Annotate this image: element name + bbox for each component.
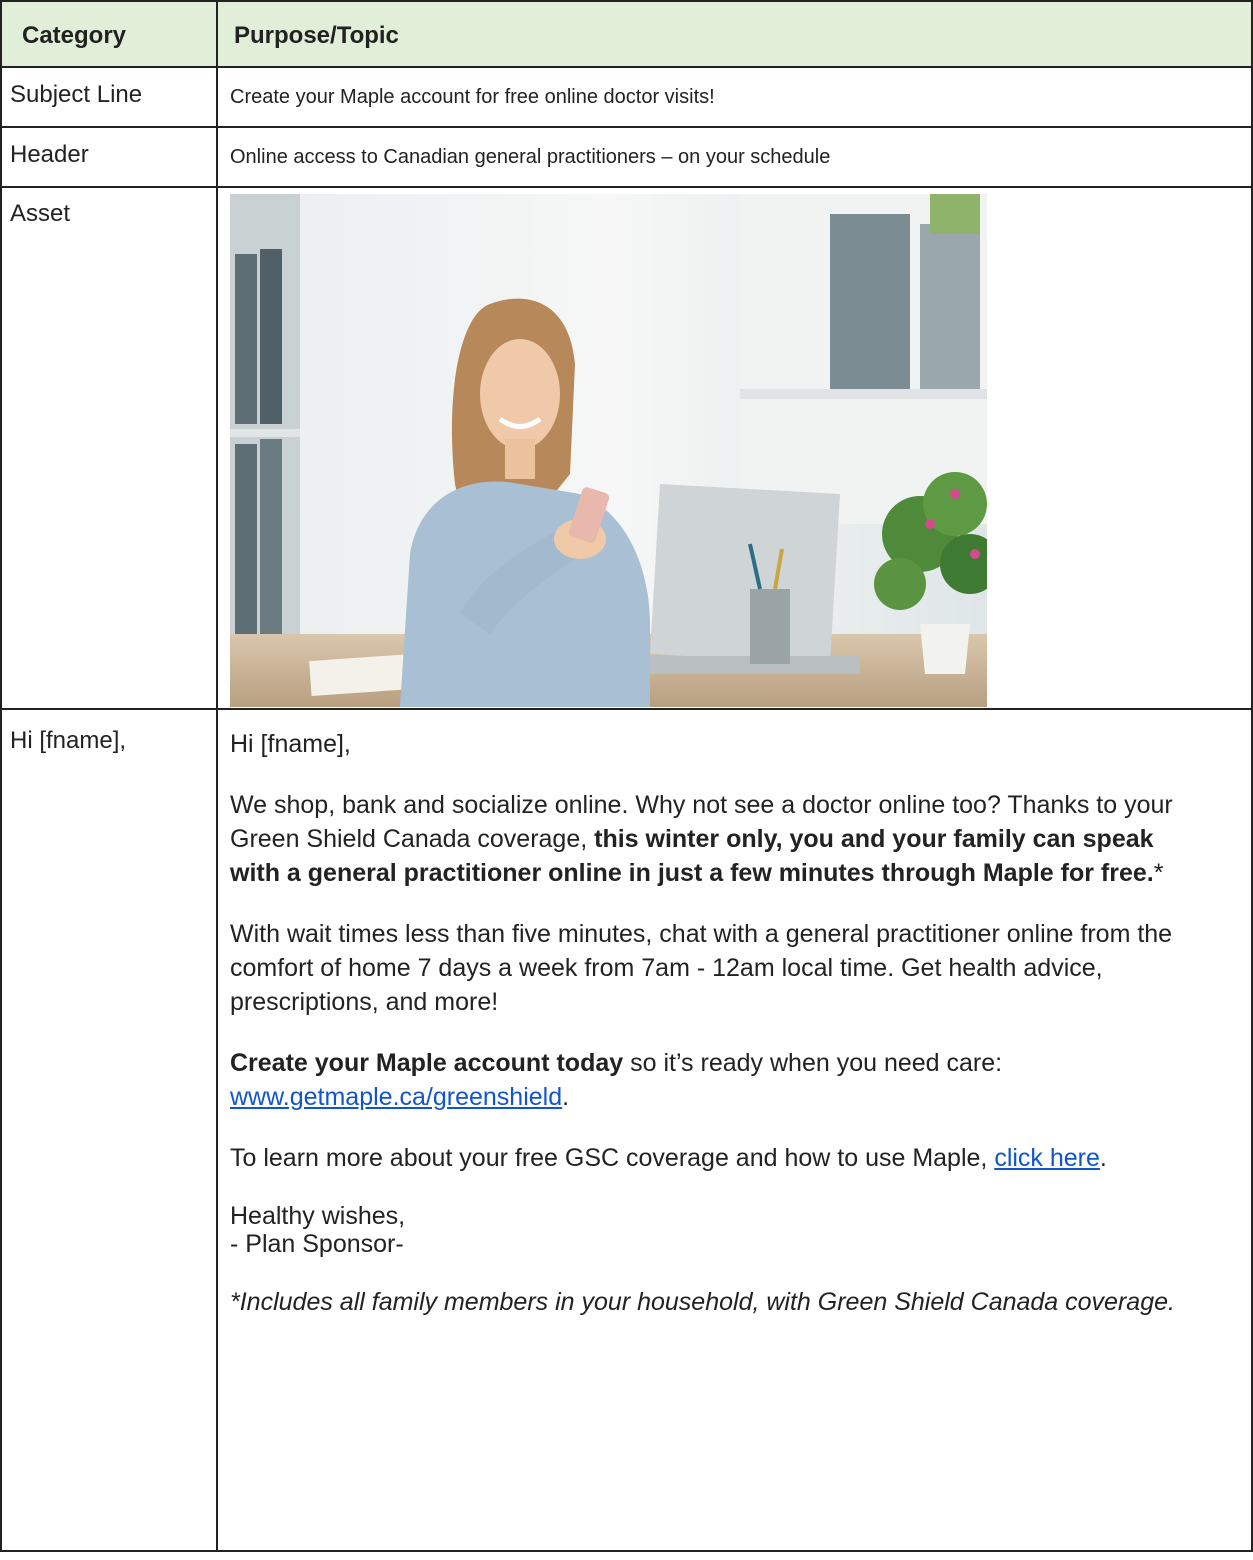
- header-purpose: Purpose/Topic: [234, 22, 399, 49]
- paragraph-wait-times: With wait times less than five minutes, …: [230, 920, 1173, 1016]
- subject-label: Subject Line: [10, 81, 143, 108]
- greeting: Hi [fname],: [230, 730, 351, 758]
- email-spec-table: Category Purpose/Topic Subject Line Crea…: [0, 0, 1253, 1552]
- table-row: Header Online access to Canadian general…: [0, 126, 1253, 188]
- header-cell-category: Category: [0, 0, 218, 68]
- paragraph-create-account: Create your Maple account today so it’s …: [230, 1049, 1003, 1111]
- body-label: Hi [fname],: [10, 727, 127, 754]
- paragraph-learn-more: To learn more about your free GSC covera…: [230, 1144, 1107, 1172]
- table-row: Hi [fname], Hi [fname], We shop, bank an…: [0, 708, 1253, 1552]
- table-header-row: Category Purpose/Topic: [0, 0, 1253, 68]
- paragraph-intro: We shop, bank and socialize online. Why …: [230, 791, 1173, 887]
- header-label: Header: [10, 141, 89, 168]
- email-body: Hi [fname], We shop, bank and socialize …: [218, 710, 1200, 1319]
- header-cell-purpose: Purpose/Topic: [216, 0, 1253, 68]
- subject-value: Create your Maple account for free onlin…: [230, 86, 715, 108]
- asset-photo: [230, 194, 987, 707]
- footnote: *Includes all family members in your hou…: [230, 1288, 1175, 1316]
- table-row: Asset: [0, 186, 1253, 710]
- signer: - Plan Sponsor-: [230, 1230, 404, 1258]
- sign-off: Healthy wishes,: [230, 1202, 406, 1230]
- header-value: Online access to Canadian general practi…: [230, 146, 831, 168]
- signature: Healthy wishes, - Plan Sponsor-: [230, 1202, 1200, 1258]
- header-category: Category: [22, 22, 127, 49]
- click-here-link[interactable]: click here: [994, 1144, 1100, 1172]
- maple-link[interactable]: www.getmaple.ca/greenshield: [230, 1083, 562, 1111]
- asset-label: Asset: [10, 200, 71, 227]
- table-row: Subject Line Create your Maple account f…: [0, 66, 1253, 128]
